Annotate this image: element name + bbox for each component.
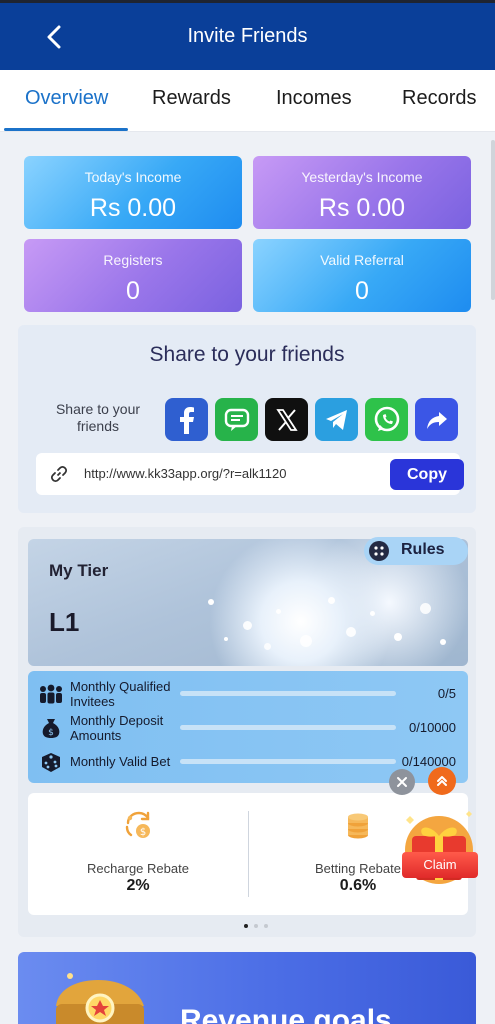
facebook-icon [179,406,194,434]
telegram-icon [325,409,347,430]
x-icon [275,408,298,431]
tab-overview[interactable]: Overview [25,87,108,110]
claim-button[interactable]: Claim [402,852,478,878]
scrollbar[interactable] [491,140,495,300]
share-title: Share to your friends [149,343,345,366]
share-x-button[interactable] [265,398,308,441]
revenue-goals-card[interactable]: Revenue goals [18,952,476,1024]
stat-value: Rs 0.00 [318,194,406,222]
stat-yesterdays-income: Yesterday's Income Rs 0.00 [253,156,471,229]
pager-dot[interactable] [264,924,268,928]
app-header: Invite Friends [0,0,495,70]
stat-value: Rs 0.00 [89,194,177,222]
tab-rewards[interactable]: Rewards [152,87,231,110]
rules-icon [369,541,389,561]
stat-label: Yesterday's Income [301,169,423,185]
message-icon [224,408,249,431]
progress-row-invitees: Monthly Qualified Invitees 0/5 [28,679,468,709]
progress-track [180,725,396,730]
progress-track [180,691,396,696]
dice-icon [42,753,60,772]
referral-url: http://www.kk33app.org/?r=alk1120 [84,466,287,481]
double-chevron-up-icon [437,776,447,786]
share-arrow-icon [426,411,447,429]
recharge-icon: $ [125,811,150,838]
money-bag-icon: $ [42,719,60,738]
coins-icon [348,813,368,839]
close-icon [397,777,407,787]
share-more-button[interactable] [415,398,458,441]
treasure-chest-icon [56,973,144,1024]
page-title: Invite Friends [187,25,308,47]
tier-title: My Tier [49,561,109,580]
rebate-value: 2% [126,877,150,894]
tier-progress-panel: Monthly Qualified Invitees 0/5 $ Monthly… [28,671,468,783]
progress-track [180,759,396,764]
pager-dot[interactable] [254,924,258,928]
progress-row-deposit: $ Monthly Deposit Amounts 0/10000 [28,713,468,743]
progress-label: Monthly Valid Bet [70,754,171,769]
stat-registers: Registers 0 [24,239,242,312]
progress-value: 0/10000 [409,720,456,735]
revenue-goals-title: Revenue goals [180,1004,392,1024]
referral-link-box: http://www.kk33app.org/?r=alk1120 Copy [36,453,464,495]
share-label: Share to your friends [55,401,141,434]
progress-value: 0/140000 [401,754,456,769]
rules-button[interactable]: Rules [364,537,468,565]
active-tab-indicator [4,128,128,131]
tab-bar: Overview Rewards Incomes Records [0,70,495,132]
stat-todays-income: Today's Income Rs 0.00 [24,156,242,229]
recharge-rebate: $ Recharge Rebate 2% [28,793,248,915]
share-card: Share to your friends Share to your frie… [18,325,476,513]
stat-valid-referral: Valid Referral 0 [253,239,471,312]
stat-label: Valid Referral [320,252,404,268]
stat-value: 0 [355,277,369,305]
stat-label: Today's Income [84,169,182,185]
whatsapp-icon [374,406,399,431]
stat-value: 0 [126,277,140,305]
share-facebook-button[interactable] [165,398,208,441]
progress-label: Monthly Deposit Amounts [70,713,164,743]
pager-dot[interactable] [244,924,248,928]
stat-label: Registers [103,252,163,268]
rebate-label: Recharge Rebate [87,861,189,876]
tier-level: L1 [49,607,80,637]
svg-text:$: $ [140,827,146,838]
progress-label: Monthly Qualified Invitees [70,679,171,709]
people-icon [40,684,62,704]
carousel-pager[interactable] [244,924,268,928]
tab-incomes[interactable]: Incomes [276,87,352,110]
scroll-top-button[interactable] [428,767,456,795]
copy-button[interactable]: Copy [390,459,464,490]
rules-label: Rules [401,541,445,558]
share-telegram-button[interactable] [315,398,358,441]
close-float-button[interactable] [389,769,415,795]
link-icon [50,465,68,483]
share-whatsapp-button[interactable] [365,398,408,441]
progress-value: 0/5 [437,686,456,701]
svg-text:$: $ [48,728,54,738]
share-message-button[interactable] [215,398,258,441]
tab-records[interactable]: Records [402,87,476,110]
